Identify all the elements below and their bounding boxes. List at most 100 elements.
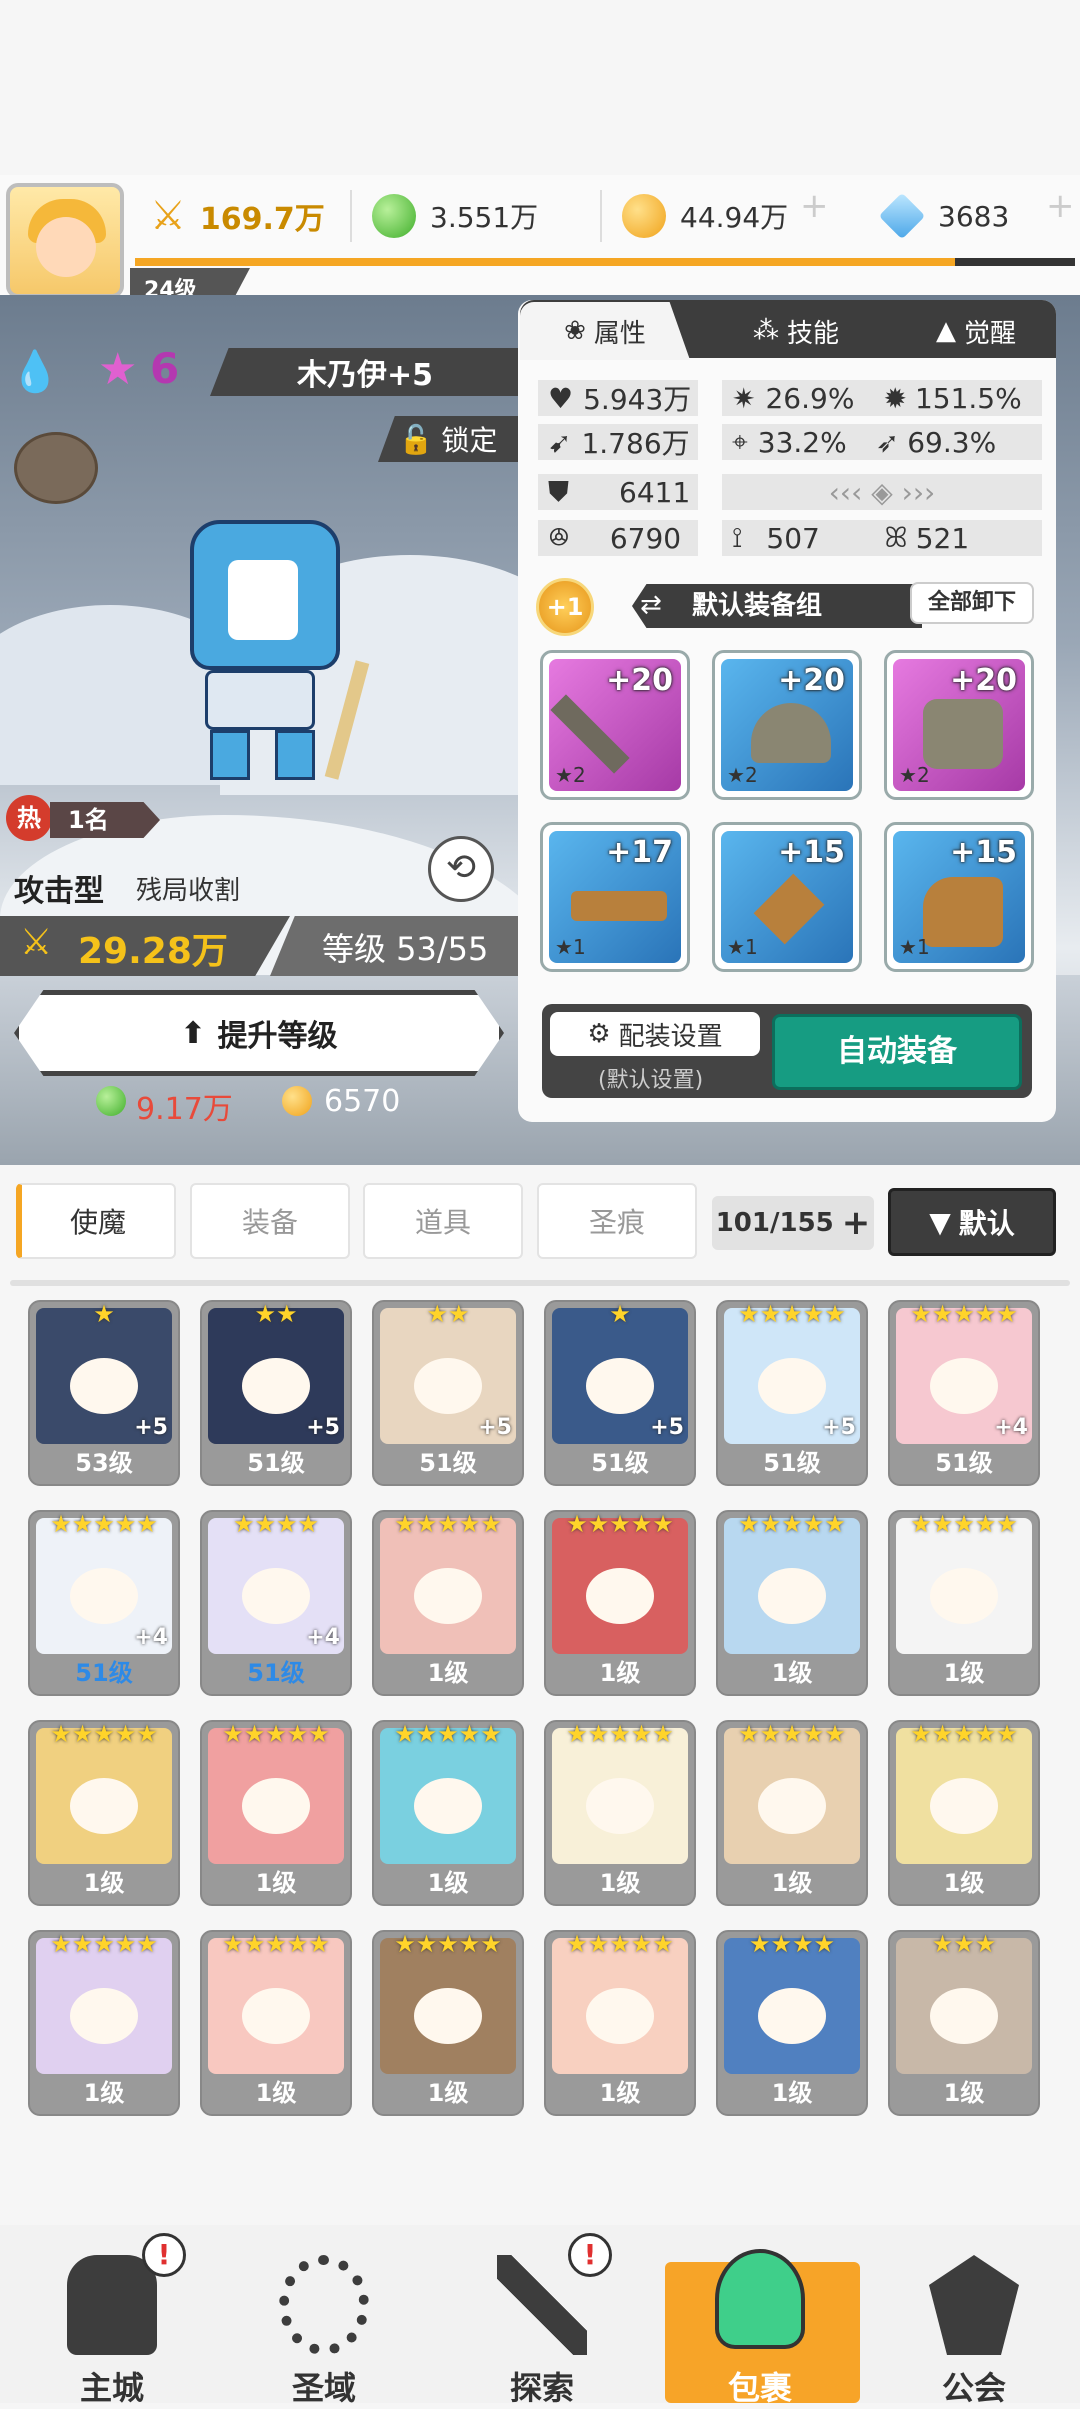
dodge-icon: ⟟ <box>732 521 743 554</box>
familiar-card[interactable]: ★★★★★ 1级 <box>200 1720 352 1906</box>
stat-s2: ⟟ 507 ꕤ 521 <box>722 520 1042 556</box>
familiar-card[interactable]: ★★ +5 51级 <box>372 1300 524 1486</box>
nav-guild[interactable]: 公会 <box>874 2225 1074 2407</box>
familiar-card[interactable]: ★★★★★ 1级 <box>716 1510 868 1696</box>
green-coin-display: 3.551万 <box>372 190 538 242</box>
attack-icon: ➹ <box>548 425 572 459</box>
familiar-card[interactable]: ★ +5 53级 <box>28 1300 180 1486</box>
familiar-card[interactable]: ★★★★★ 1级 <box>888 1510 1040 1696</box>
familiar-level: 1级 <box>599 1659 641 1687</box>
stat-defense: ⛊ 6411 <box>538 474 698 510</box>
familiar-card[interactable]: ★★★★★ 1级 <box>372 1930 524 2116</box>
star-icon: ★ <box>98 344 138 395</box>
equip-weapon[interactable]: +20 ★2 <box>540 650 690 800</box>
familiar-grid: ★ +5 53级 ★★ +5 51级 ★★ +5 51级 ★ +5 51级 ★★★★★ +5 51级 ★★★★… <box>0 1300 1080 2225</box>
add-gem-button[interactable]: + <box>1046 186 1075 226</box>
familiar-level: 1级 <box>427 1869 469 1897</box>
familiar-level: 1级 <box>943 1659 985 1687</box>
add-gold-button[interactable]: + <box>800 186 829 226</box>
tab-awaken[interactable]: ▲ 觉醒 <box>896 302 1056 360</box>
familiar-portrait <box>380 1518 516 1654</box>
plus-level: +5 <box>822 1415 856 1440</box>
star-rating: ★★ <box>254 1300 298 1328</box>
refresh-icon[interactable]: ⟲ <box>428 836 494 902</box>
familiar-card[interactable]: ★★★★★ 1级 <box>544 1510 696 1696</box>
awaken-icon: ▲ <box>935 316 956 346</box>
familiar-card[interactable]: ★★★★★ 1级 <box>716 1720 868 1906</box>
crossed-swords-icon: ⚔ <box>150 193 186 239</box>
tab-items[interactable]: 道具 <box>363 1183 523 1259</box>
star-rating: ★★★★★ <box>394 1930 502 1958</box>
tab-attributes[interactable]: ❀ 属性 <box>520 302 690 360</box>
familiar-card[interactable]: ★★★★★ 1级 <box>28 1930 180 2116</box>
green-coin-icon <box>96 1086 126 1116</box>
divider <box>600 190 602 242</box>
familiar-level: 51级 <box>247 1449 305 1477</box>
familiar-portrait: +5 <box>380 1308 516 1444</box>
vortex-icon <box>279 2255 369 2355</box>
familiar-card[interactable]: ★★ +5 51级 <box>200 1300 352 1486</box>
familiar-card[interactable]: ★★★ 1级 <box>888 1930 1040 2116</box>
lock-button[interactable]: 🔓 锁定 <box>378 416 518 462</box>
arrow-up-icon: ⬆ <box>180 1015 206 1051</box>
familiar-card[interactable]: ★★★★★ +4 51级 <box>28 1510 180 1696</box>
familiar-portrait <box>896 1938 1032 2074</box>
familiar-level: 1级 <box>599 1869 641 1897</box>
lock-icon: 🔓 <box>398 422 434 456</box>
familiar-card[interactable]: ★★★★★ 1级 <box>200 1930 352 2116</box>
equip-helmet[interactable]: +20 ★2 <box>712 650 862 800</box>
upgrade-level-button[interactable]: ⬆ 提升等级 <box>14 990 504 1076</box>
plus-badge[interactable]: +1 <box>536 578 594 636</box>
familiar-portrait: +5 <box>208 1308 344 1444</box>
familiar-card[interactable]: ★★★★★ +5 51级 <box>716 1300 868 1486</box>
tab-stigma[interactable]: 圣痕 <box>537 1183 697 1259</box>
familiar-portrait <box>724 1728 860 1864</box>
familiar-card[interactable]: ★ +5 51级 <box>544 1300 696 1486</box>
target-icon: ⌖ <box>732 425 748 458</box>
familiar-card[interactable]: ★★★★★ 1级 <box>28 1720 180 1906</box>
green-coin-icon <box>372 194 416 238</box>
nav-sanctuary[interactable]: 圣域 <box>224 2225 424 2407</box>
familiar-level: 51级 <box>935 1449 993 1477</box>
familiar-card[interactable]: ★★★★★ 1级 <box>372 1510 524 1696</box>
star-rating: ★★★★★ <box>738 1300 846 1328</box>
skills-icon: ⁂ <box>752 316 779 346</box>
equip-belt[interactable]: +17 ★1 <box>540 822 690 972</box>
nav-explore[interactable]: 探索 <box>442 2225 642 2407</box>
familiar-level: 1级 <box>255 1869 297 1897</box>
plus-level: +4 <box>306 1625 340 1650</box>
power-icon: ⚔ <box>20 922 53 963</box>
familiar-card[interactable]: ★★★★★ +4 51级 <box>888 1300 1040 1486</box>
plus-level: +5 <box>478 1415 512 1440</box>
familiar-level: 1级 <box>427 1659 469 1687</box>
config-settings-button[interactable]: ⚙ 配装设置 <box>550 1012 760 1056</box>
equip-armor[interactable]: +20 ★2 <box>884 650 1034 800</box>
familiar-card[interactable]: ★★★★ +4 51级 <box>200 1510 352 1696</box>
equip-boots[interactable]: +15 ★1 <box>884 822 1034 972</box>
auto-equip-button[interactable]: 自动装备 <box>772 1014 1022 1090</box>
familiar-portrait: +5 <box>36 1308 172 1444</box>
familiar-level: 1级 <box>83 2079 125 2107</box>
familiar-card[interactable]: ★★★★★ 1级 <box>544 1930 696 2116</box>
equip-necklace[interactable]: +15 ★1 <box>712 822 862 972</box>
tab-skills[interactable]: ⁂ 技能 <box>716 302 876 360</box>
familiar-card[interactable]: ★★★★★ 1级 <box>372 1720 524 1906</box>
bag-icon <box>715 2249 805 2349</box>
tab-familiar[interactable]: 使魔 <box>16 1183 176 1259</box>
familiar-card[interactable]: ★★★★★ 1级 <box>888 1720 1040 1906</box>
nav-bag[interactable]: 包裹 <box>660 2225 860 2407</box>
familiar-card[interactable]: ★★★★ 1级 <box>716 1930 868 2116</box>
player-avatar[interactable] <box>6 183 124 298</box>
castle-icon <box>67 2255 157 2355</box>
unequip-all-button[interactable]: 全部卸下 <box>910 582 1034 624</box>
tab-equipment[interactable]: 装备 <box>190 1183 350 1259</box>
exp-bar-fill <box>135 258 955 266</box>
plus-icon[interactable]: + <box>842 1203 871 1243</box>
equip-group-label[interactable]: 默认装备组 <box>632 584 922 628</box>
familiar-portrait: +5 <box>552 1308 688 1444</box>
locked-skill-icon[interactable] <box>14 432 98 504</box>
familiar-card[interactable]: ★★★★★ 1级 <box>544 1720 696 1906</box>
upgrade-cost-gold: 6570 <box>324 1084 401 1119</box>
sort-dropdown[interactable]: ▼ 默认 <box>888 1188 1056 1256</box>
speed-icon: ➶ <box>875 425 900 459</box>
